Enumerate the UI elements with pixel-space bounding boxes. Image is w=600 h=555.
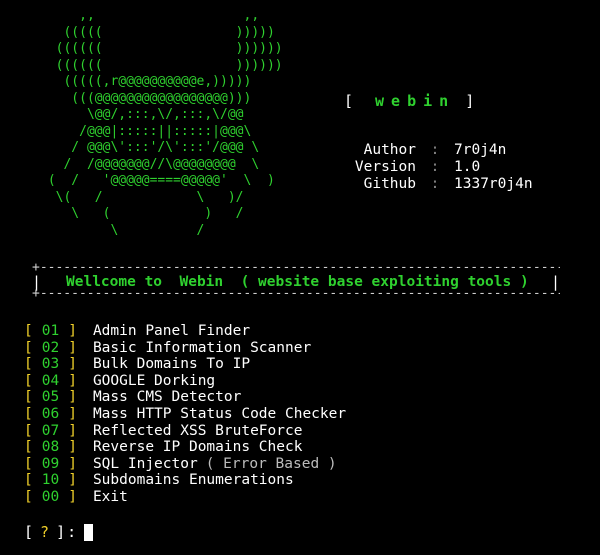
menu-item-number: 04 [41,372,60,389]
welcome-banner: +---------------------------------------… [32,261,560,301]
menu-item-number: 09 [41,455,60,472]
menu-open-bracket: [ [24,405,33,422]
prompt-question-mark: ? [40,523,50,541]
app-info: Author : 7r0j4n Version : 1.0 Github : 1… [334,142,533,193]
terminal-window: ,, ,, ((((( ))))) (((((( )))))) (((((( )… [0,0,600,555]
input-prompt[interactable]: [?]: [24,523,94,541]
menu-item-label: Basic Information Scanner [92,339,312,356]
menu-open-bracket: [ [24,455,33,472]
menu-close-bracket: ] [68,323,77,339]
menu-item-label: Bulk Domains To IP [92,356,251,373]
app-title-close-bracket: ] [465,92,475,110]
menu-item-number: 06 [41,405,60,422]
menu-item-number: 00 [41,488,60,505]
menu-close-bracket: ] [68,405,77,422]
menu-item-label: Reflected XSS BruteForce [92,422,303,439]
tool-menu: [01] Admin Panel Finder [02] Basic Informat… [24,323,346,506]
app-name: webin [375,92,456,110]
menu-open-bracket: [ [24,372,33,389]
info-separator: : [430,142,440,158]
menu-open-bracket: [ [24,472,33,489]
banner-top-border: +---------------------------------------… [32,261,560,274]
info-row-author: Author : 7r0j4n [334,142,533,159]
menu-item-label: SQL Injector [92,455,198,472]
menu-open-bracket: [ [24,488,33,505]
info-separator: : [430,159,440,175]
menu-item[interactable]: [09] SQL Injector ( Error Based ) [24,456,346,473]
menu-open-bracket: [ [24,339,33,356]
menu-item-label: Exit [92,488,128,505]
info-row-version: Version : 1.0 [334,159,533,176]
menu-close-bracket: ] [68,472,77,489]
app-title: [ webin] [344,92,474,110]
menu-item[interactable]: [00] Exit [24,489,346,506]
info-key: Version [354,159,416,175]
info-value: 7r0j4n [454,142,507,158]
menu-open-bracket: [ [24,356,33,373]
info-value: 1.0 [454,159,481,175]
menu-item[interactable]: [06] Mass HTTP Status Code Checker [24,406,346,423]
menu-item-label: Reverse IP Domains Check [92,439,303,456]
menu-item[interactable]: [08] Reverse IP Domains Check [24,439,346,456]
app-title-open-bracket: [ [344,92,354,110]
menu-item-number: 03 [41,356,60,373]
menu-item[interactable]: [03] Bulk Domains To IP [24,356,346,373]
prompt-close-bracket: ] [56,523,66,541]
text-cursor[interactable] [84,523,94,541]
info-row-github: Github : 1337r0j4n [334,176,533,193]
menu-item[interactable]: [07] Reflected XSS BruteForce [24,423,346,440]
menu-item-number: 05 [41,389,60,406]
menu-item-number: 07 [41,422,60,439]
menu-open-bracket: [ [24,323,33,339]
menu-item-number: 01 [41,323,60,339]
menu-open-bracket: [ [24,422,33,439]
menu-item-label: GOOGLE Dorking [92,372,216,389]
info-key: Author [363,142,416,158]
menu-item[interactable]: [01] Admin Panel Finder [24,323,346,340]
menu-close-bracket: ] [68,389,77,406]
menu-close-bracket: ] [68,339,77,356]
menu-item[interactable]: [04] GOOGLE Dorking [24,373,346,390]
prompt-open-bracket: [ [24,523,34,541]
menu-item-label: Mass HTTP Status Code Checker [92,405,347,422]
menu-item[interactable]: [02] Basic Information Scanner [24,340,346,357]
menu-item-label: Admin Panel Finder [92,323,251,339]
menu-close-bracket: ] [68,439,77,456]
menu-close-bracket: ] [68,455,77,472]
menu-item-number: 10 [41,472,60,489]
banner-bottom-border: +---------------------------------------… [32,287,560,300]
menu-close-bracket: ] [68,488,77,505]
menu-close-bracket: ] [68,356,77,373]
menu-close-bracket: ] [68,422,77,439]
prompt-colon: : [67,523,77,541]
menu-item-number: 02 [41,339,60,356]
menu-item-label: Subdomains Enumerations [92,472,294,489]
menu-open-bracket: [ [24,439,33,456]
menu-item[interactable]: [10] Subdomains Enumerations [24,472,346,489]
info-value: 1337r0j4n [454,176,533,192]
menu-open-bracket: [ [24,389,33,406]
menu-item[interactable]: [05] Mass CMS Detector [24,389,346,406]
menu-item-number: 08 [41,439,60,456]
info-key: Github [363,176,416,192]
menu-item-hint: ( Error Based ) [205,455,337,472]
menu-close-bracket: ] [68,372,77,389]
menu-item-label: Mass CMS Detector [92,389,242,406]
info-separator: : [430,176,440,192]
crab-ascii-logo: ,, ,, ((((( ))))) (((((( )))))) (((((( )… [47,8,283,238]
